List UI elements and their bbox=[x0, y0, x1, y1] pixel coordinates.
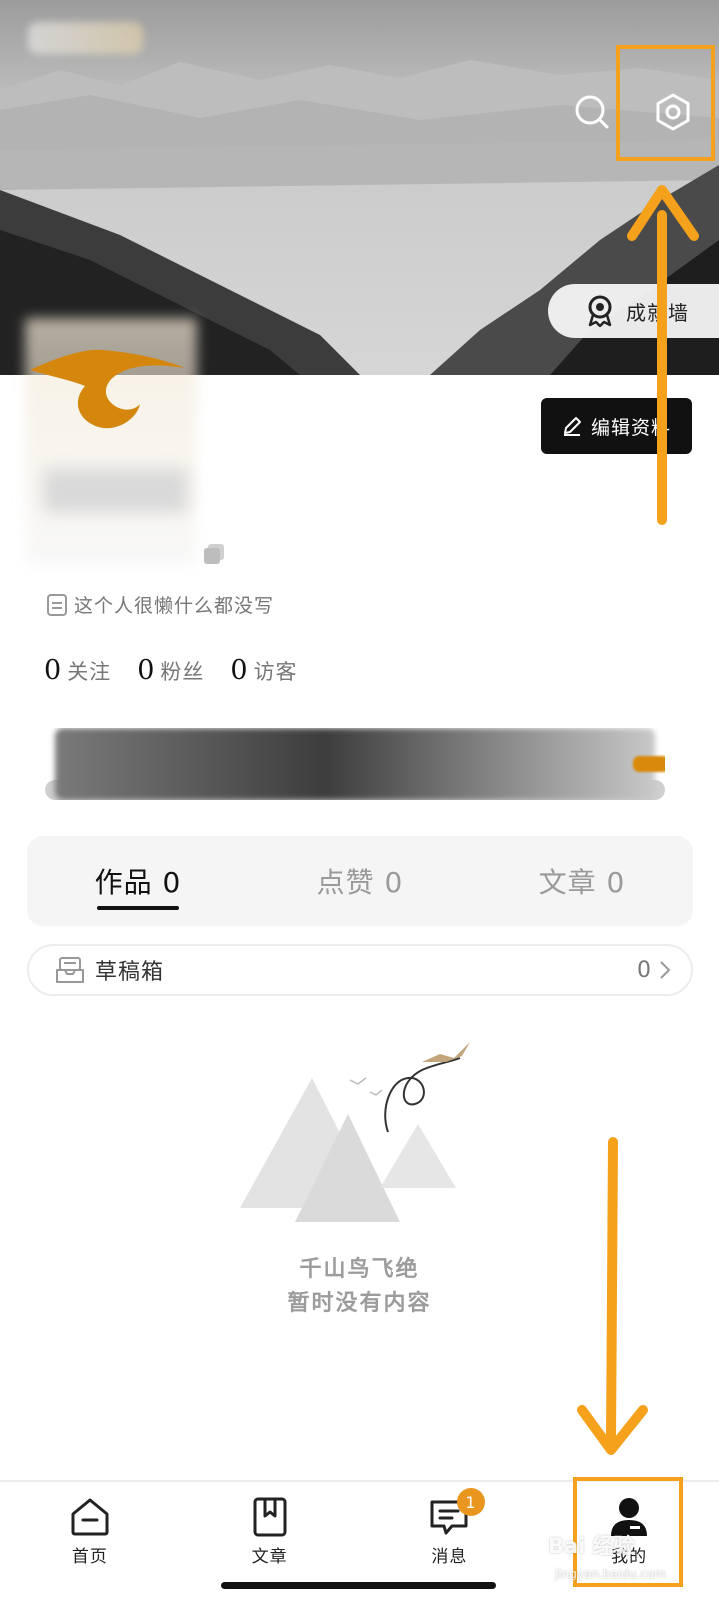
drafts-label: 草稿箱 bbox=[95, 960, 165, 985]
tab-articles[interactable]: 文章 0 bbox=[471, 836, 693, 926]
tab-likes-label: 点赞 0 bbox=[316, 866, 404, 899]
avatar-logo-image bbox=[30, 349, 185, 429]
message-badge: 1 bbox=[456, 1488, 485, 1516]
drafts-count: 0 bbox=[637, 957, 651, 983]
edit-profile-button[interactable]: 编辑资料 bbox=[541, 398, 692, 454]
stat-fans-label: 粉丝 bbox=[160, 660, 205, 684]
stat-following[interactable]: 0 关注 bbox=[44, 655, 111, 686]
nav-item-home[interactable]: 首页 bbox=[0, 1482, 180, 1600]
drafts-row[interactable]: 草稿箱 0 bbox=[27, 944, 693, 996]
search-icon bbox=[575, 95, 609, 129]
promo-banner-logo-blurred bbox=[633, 756, 665, 772]
honor-wall-label: 成就墙 bbox=[626, 300, 689, 325]
promo-banner-card[interactable] bbox=[45, 728, 665, 800]
bookmark-book-icon bbox=[253, 1497, 287, 1537]
baidu-watermark-url: jingyan.baidu.com bbox=[555, 1567, 666, 1581]
stat-fans-count: 0 bbox=[137, 655, 155, 686]
note-icon bbox=[47, 593, 67, 616]
empty-state-illustration bbox=[240, 1042, 470, 1222]
baidu-watermark: Bai 经验 bbox=[548, 1534, 635, 1558]
edit-profile-label: 编辑资料 bbox=[591, 416, 672, 439]
nav-home-label: 首页 bbox=[71, 1547, 108, 1567]
nav-articles-label: 文章 bbox=[251, 1547, 288, 1567]
copy-icon[interactable] bbox=[202, 542, 226, 566]
search-button[interactable] bbox=[566, 86, 618, 138]
bio-text: 这个人很懒什么都没写 bbox=[74, 595, 275, 617]
avatar[interactable] bbox=[25, 318, 197, 566]
medal-icon bbox=[588, 295, 612, 327]
promo-banner-image-blurred bbox=[55, 728, 655, 800]
profile-stats: 0 关注 0 粉丝 0 访客 bbox=[44, 655, 324, 686]
pencil-icon bbox=[564, 417, 581, 436]
tab-likes[interactable]: 点赞 0 bbox=[249, 836, 471, 926]
settings-highlight-box bbox=[616, 45, 715, 161]
honor-wall-button[interactable]: 成就墙 bbox=[548, 284, 719, 338]
bio[interactable]: 这个人很懒什么都没写 bbox=[46, 591, 274, 618]
tab-active-indicator bbox=[97, 906, 179, 910]
username-blurred bbox=[43, 468, 188, 513]
content-tabs: 作品 0 点赞 0 文章 0 bbox=[27, 836, 693, 926]
stat-visitors-label: 访客 bbox=[253, 660, 298, 684]
tab-articles-label: 文章 0 bbox=[538, 866, 626, 899]
stat-following-count: 0 bbox=[44, 655, 62, 686]
tab-works[interactable]: 作品 0 bbox=[27, 836, 249, 926]
home-icon bbox=[71, 1498, 109, 1536]
stat-visitors[interactable]: 0 访客 bbox=[230, 655, 297, 686]
stat-visitors-count: 0 bbox=[230, 655, 248, 686]
stat-fans[interactable]: 0 粉丝 bbox=[137, 655, 204, 686]
status-bar-blurred bbox=[28, 22, 143, 54]
tab-works-label: 作品 0 bbox=[94, 866, 182, 899]
nav-messages-label: 消息 bbox=[431, 1547, 468, 1567]
empty-state-subtitle: 暂时没有内容 bbox=[287, 1291, 432, 1316]
stat-following-label: 关注 bbox=[67, 660, 112, 684]
home-indicator bbox=[221, 1582, 496, 1589]
chevron-right-icon bbox=[660, 961, 671, 979]
empty-state-title: 千山鸟飞绝 bbox=[299, 1257, 420, 1282]
inbox-tray-icon bbox=[56, 957, 84, 983]
